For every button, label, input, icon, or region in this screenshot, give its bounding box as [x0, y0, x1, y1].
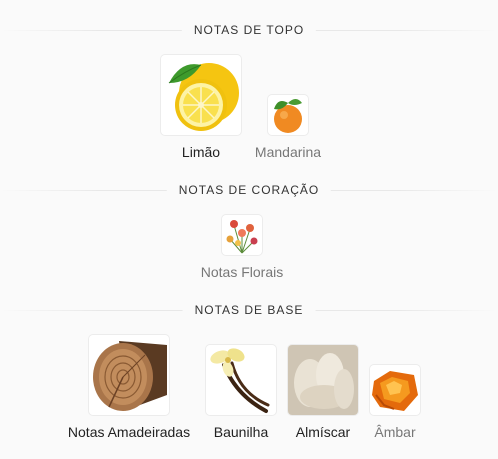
note-image-floral[interactable] [222, 215, 262, 255]
note-label-lemon: Limão [181, 144, 221, 160]
note-label-amber: Âmbar [374, 424, 416, 440]
flowers-icon [226, 220, 258, 254]
wood-icon [93, 341, 167, 411]
musk-icon [288, 345, 358, 415]
note-image-vanilla[interactable] [206, 345, 276, 415]
mandarin-icon [274, 99, 302, 133]
section-title: NOTAS DE BASE [182, 301, 316, 319]
note-image-mandarin[interactable] [268, 95, 308, 135]
note-label-musk: Almíscar [295, 424, 351, 440]
vanilla-icon [210, 348, 270, 413]
lemon-icon [168, 63, 239, 131]
note-image-musk[interactable] [288, 345, 358, 415]
note-image-amber[interactable] [370, 365, 420, 415]
note-label-mandarin: Mandarina [254, 144, 322, 160]
section-header-top-notes: NOTAS DE TOPO [0, 21, 498, 41]
section-title: NOTAS DE TOPO [181, 21, 317, 39]
note-label-floral: Notas Florais [200, 264, 284, 280]
note-image-wood[interactable] [89, 335, 169, 415]
note-label-vanilla: Baunilha [213, 424, 269, 440]
section-header-base-notes: NOTAS DE BASE [0, 301, 498, 321]
amber-icon [372, 371, 418, 411]
note-image-lemon[interactable] [161, 55, 241, 135]
note-label-wood: Notas Amadeiradas [67, 424, 191, 440]
section-title: NOTAS DE CORAÇÃO [166, 181, 332, 199]
section-header-heart-notes: NOTAS DE CORAÇÃO [0, 181, 498, 201]
